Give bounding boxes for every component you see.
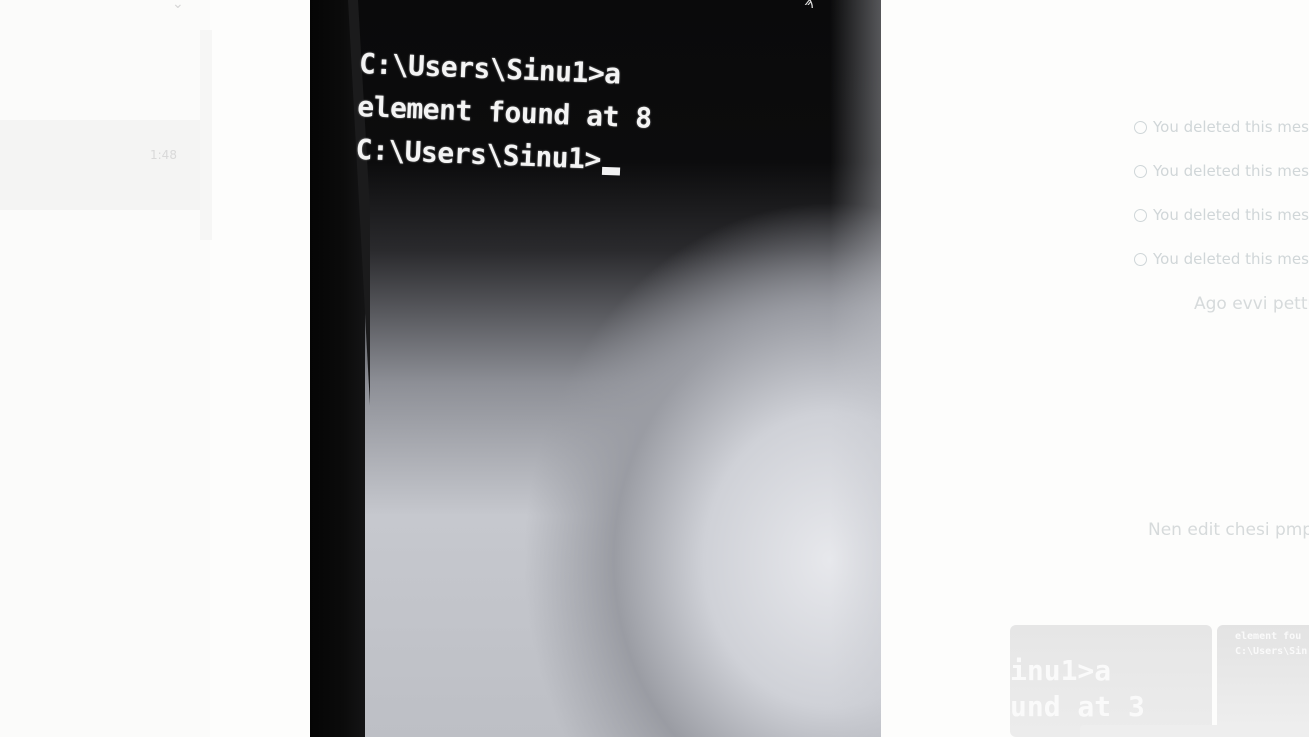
media-thumbnail[interactable]: inu1>a und at 3: [1010, 625, 1212, 737]
media-thumbnail[interactable]: element fou C:\Users\Sin: [1217, 625, 1309, 737]
deleted-message: You deleted this mes: [1134, 250, 1309, 268]
chat-message-text: Ago evvi pettu: [1194, 294, 1309, 314]
selected-chat-row[interactable]: [0, 120, 200, 210]
terminal-cursor: [602, 166, 621, 176]
chevron-down-icon[interactable]: ⌄: [172, 0, 184, 12]
thumbnail-text: element fou C:\Users\Sin: [1235, 631, 1308, 657]
deleted-message-icon: [1134, 252, 1147, 266]
deleted-message-icon: [1134, 208, 1147, 222]
terminal-prompt: C:\Users\Sinu1>: [355, 132, 602, 176]
deleted-message: You deleted this mes: [1134, 162, 1309, 180]
chat-list-panel: [0, 0, 210, 737]
deleted-message: You deleted this mes: [1134, 118, 1309, 136]
deleted-message-icon: [1134, 164, 1147, 178]
partial-glyph: ϡ: [804, 0, 814, 9]
panel-divider: [200, 30, 212, 240]
chat-timestamp: 1:48: [150, 148, 177, 162]
terminal-output: C:\Users\Sinu1>a element found at 8 C:\U…: [355, 42, 654, 183]
chat-message-text: Nen edit chesi pmpu: [1148, 520, 1309, 540]
deleted-message: You deleted this mes: [1134, 206, 1309, 224]
message-composer[interactable]: [1080, 725, 1309, 737]
media-viewer-image: ϡ C:\Users\Sinu1>a element found at 8 C:…: [310, 0, 881, 737]
thumbnail-text: inu1>a und at 3: [1010, 654, 1145, 723]
deleted-message-icon: [1134, 120, 1147, 134]
